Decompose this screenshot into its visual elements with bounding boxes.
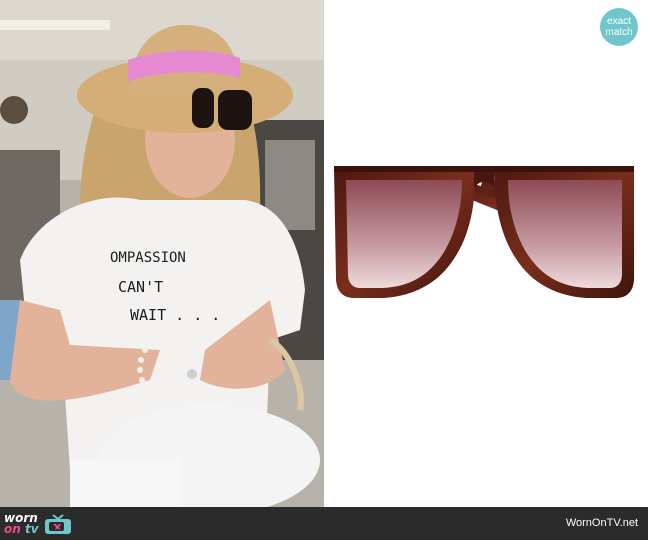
sunglasses-product-drawing — [334, 166, 634, 298]
logo-word-on: on — [4, 522, 21, 536]
shirt-text-line-3: WAIT . . . — [130, 306, 220, 324]
celebrity-photo: OMPASSION CAN'T WAIT . . . — [0, 0, 324, 507]
celebrity-photo-drawing: OMPASSION CAN'T WAIT . . . — [0, 0, 324, 507]
shirt-text-line-2: CAN'T — [118, 278, 163, 296]
logo-word-tv: tv — [24, 522, 39, 536]
product-image — [324, 0, 648, 507]
exact-match-badge: exact match — [600, 8, 638, 46]
footer-bar: worn on tv WornOnTV.net — [0, 507, 648, 540]
shirt-text-line-1: OMPASSION — [110, 250, 186, 266]
logo-wordmark: worn on tv — [4, 512, 39, 536]
site-name[interactable]: WornOnTV.net — [566, 517, 638, 529]
wornontv-logo[interactable]: worn on tv — [4, 511, 73, 537]
badge-line-2: match — [605, 27, 633, 38]
tv-icon — [44, 514, 71, 534]
badge-line-1: exact — [607, 16, 631, 27]
